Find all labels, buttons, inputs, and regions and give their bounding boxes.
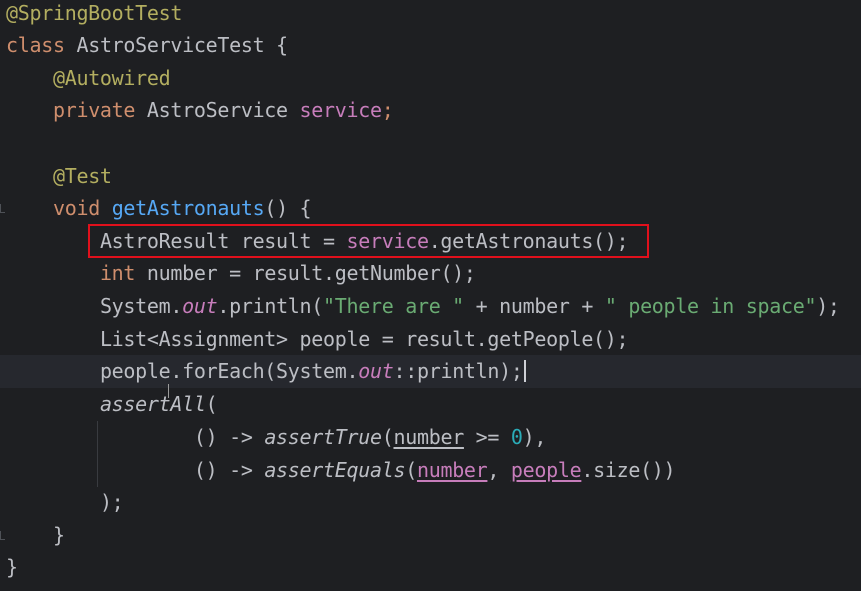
code-text: ( (205, 392, 218, 416)
code-text: () -> (193, 425, 265, 449)
string-token: " people in space" (604, 294, 817, 318)
text-caret (523, 360, 526, 382)
code-line-4[interactable]: private AstroService service; (6, 94, 394, 127)
code-text: + number + (463, 294, 605, 318)
code-text: () -> (193, 458, 265, 482)
code-line-15[interactable]: () -> assertEquals(number, people.size()… (6, 454, 676, 487)
code-text: System. (99, 294, 183, 318)
method-call-token: assertAll (99, 392, 206, 416)
field-token: service (299, 98, 382, 122)
captured-variable-token: people (510, 458, 582, 482)
code-text: , (487, 458, 511, 482)
keyword-token: int (99, 261, 136, 285)
code-text: ( (405, 458, 417, 482)
string-token: "There are " (323, 294, 464, 318)
code-text: () { (264, 196, 312, 220)
code-text: } (6, 555, 18, 579)
code-text: List<Assignment> people = result.getPeop… (99, 327, 629, 351)
code-line-17[interactable]: } (6, 519, 65, 552)
code-line-7[interactable]: void getAstronauts() { (6, 192, 312, 225)
captured-variable-token: number (393, 425, 464, 449)
code-line-10[interactable]: System.out.println("There are " + number… (6, 290, 840, 323)
mouse-text-cursor-icon (168, 384, 169, 398)
code-text: .println( (217, 294, 324, 318)
semicolon-token: ; (381, 98, 394, 122)
keyword-token: private (52, 98, 136, 122)
code-line-3[interactable]: @Autowired (6, 62, 171, 95)
code-text: ( (381, 425, 394, 449)
code-text: >= (463, 425, 511, 449)
code-line-11[interactable]: List<Assignment> people = result.getPeop… (6, 323, 629, 356)
captured-variable-token: number (416, 458, 488, 482)
code-text: AstroService (135, 98, 300, 122)
method-call-token: assertEquals (264, 458, 406, 482)
code-text: people.forEach(System. (99, 359, 359, 383)
code-text: } (52, 523, 65, 547)
code-line-18[interactable]: } (6, 551, 18, 584)
code-line-16[interactable]: ); (6, 486, 124, 519)
code-line-14[interactable]: () -> assertTrue(number >= 0), (6, 421, 547, 454)
code-line-12[interactable]: people.forEach(System.out::println); (6, 355, 526, 388)
code-line-2[interactable]: class AstroServiceTest { (6, 29, 288, 62)
code-text: ), (522, 425, 547, 449)
annotation-token: @Autowired (52, 66, 171, 90)
method-name-token: getAstronauts (111, 196, 265, 220)
keyword-token: void (52, 196, 100, 220)
keyword-token: class (6, 33, 65, 57)
code-line-13[interactable]: assertAll( (6, 388, 218, 421)
static-field-token: out (358, 359, 394, 383)
number-token: 0 (510, 425, 523, 449)
fold-marker-icon[interactable] (0, 204, 5, 213)
code-text: ); (99, 490, 124, 514)
fold-marker-icon[interactable] (0, 531, 5, 540)
code-line-1[interactable]: @SpringBootTest (6, 0, 182, 30)
highlight-box (88, 224, 649, 258)
code-text: .size()) (581, 458, 676, 482)
code-line-9[interactable]: int number = result.getNumber(); (6, 257, 476, 290)
code-text: number = result.getNumber(); (135, 261, 476, 285)
annotation-token: @Test (52, 164, 112, 188)
code-editor[interactable]: @SpringBootTest class AstroServiceTest {… (0, 0, 861, 591)
code-line-6[interactable]: @Test (6, 160, 112, 193)
code-text: AstroServiceTest { (64, 33, 288, 57)
annotation-token: @SpringBootTest (6, 1, 183, 25)
static-field-token: out (182, 294, 218, 318)
method-call-token: assertTrue (264, 425, 382, 449)
code-text: ::println); (393, 359, 523, 383)
code-text: ); (816, 294, 840, 318)
